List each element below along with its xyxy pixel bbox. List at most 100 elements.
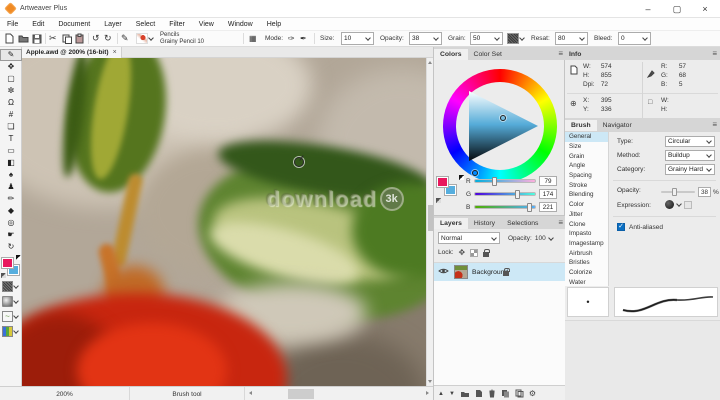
horizontal-scroll-thumb[interactable]: [288, 389, 314, 399]
rotate-tool[interactable]: ↻: [0, 241, 22, 253]
tab-color-set[interactable]: Color Set: [468, 49, 508, 60]
pattern-selector[interactable]: [0, 279, 22, 294]
menu-item[interactable]: Edit: [25, 21, 51, 28]
foreground-color-swatch[interactable]: [437, 177, 448, 187]
brush-category-item[interactable]: Colorize: [565, 268, 608, 278]
copy-button[interactable]: [62, 32, 72, 45]
brush-category-item[interactable]: Bristles: [565, 258, 608, 268]
canvas-vertical-scrollbar[interactable]: [426, 58, 433, 386]
brush-type-select[interactable]: Circular: [665, 136, 715, 147]
document-tab[interactable]: Apple.awd @ 200% (16-bit) ×: [22, 47, 122, 58]
tab-layers[interactable]: Layers: [434, 218, 468, 229]
shape-tool[interactable]: ▭: [0, 145, 22, 157]
tab-selections[interactable]: Selections: [501, 218, 544, 229]
colors-menu-icon[interactable]: ≡: [558, 50, 563, 58]
brush-opacity-slider[interactable]: [661, 191, 695, 193]
maximize-button[interactable]: ▢: [663, 0, 691, 18]
chevron-down-icon[interactable]: [677, 202, 682, 207]
menu-item[interactable]: Window: [221, 21, 260, 28]
duplicate-layer-button[interactable]: [501, 389, 510, 398]
brush-category-item[interactable]: Imagestamp: [565, 239, 608, 249]
size-dropdown[interactable]: 10: [341, 32, 374, 45]
green-slider-thumb[interactable]: [515, 190, 520, 199]
tab-brush[interactable]: Brush: [565, 120, 597, 131]
hand-tool[interactable]: ☛: [0, 229, 22, 241]
chevron-down-icon[interactable]: [549, 236, 554, 241]
delete-layer-button[interactable]: [488, 389, 496, 398]
open-document-button[interactable]: [18, 32, 29, 45]
minimize-button[interactable]: –: [634, 0, 662, 18]
new-group-button[interactable]: [460, 390, 470, 398]
cut-button[interactable]: ✂: [49, 32, 57, 45]
grain-dropdown[interactable]: 50: [470, 32, 503, 45]
brush-category-item[interactable]: Angle: [565, 161, 608, 171]
swap-colors-icon[interactable]: [1, 273, 6, 278]
menu-item[interactable]: Select: [129, 21, 162, 28]
canvas-horizontal-scrollbar[interactable]: [245, 387, 433, 400]
red-slider-thumb[interactable]: [492, 177, 497, 186]
brush-category-item[interactable]: Impasto: [565, 229, 608, 239]
zoom-tool[interactable]: ◎: [0, 217, 22, 229]
info-menu-icon[interactable]: ≡: [712, 50, 717, 58]
brush-opacity-value[interactable]: 38: [698, 187, 711, 197]
text-tool[interactable]: T: [0, 133, 22, 145]
gradient-selector[interactable]: [0, 294, 22, 309]
panel-toggle-icon[interactable]: ▦: [249, 32, 257, 45]
brush-category-item[interactable]: Blending: [565, 190, 608, 200]
blend-mode-select[interactable]: Normal: [438, 232, 500, 244]
paint-mode-icon[interactable]: ✑: [288, 32, 295, 45]
new-document-button[interactable]: [5, 32, 14, 45]
lock-all-icon[interactable]: [483, 252, 489, 257]
brush-category-item[interactable]: Stroke: [565, 180, 608, 190]
zoom-level[interactable]: 200%: [0, 387, 130, 400]
brush-mode-button[interactable]: ✎: [121, 32, 129, 45]
expression-settings-button[interactable]: [684, 201, 692, 209]
brush-category-item[interactable]: Grain: [565, 151, 608, 161]
brush-tool[interactable]: ✎: [0, 49, 22, 61]
brush-menu-icon[interactable]: ≡: [712, 121, 717, 129]
close-button[interactable]: ×: [691, 0, 719, 18]
menu-item[interactable]: Layer: [97, 21, 129, 28]
scroll-down-icon[interactable]: [428, 380, 432, 383]
red-value[interactable]: 79: [539, 176, 557, 186]
blue-slider-thumb[interactable]: [527, 203, 532, 212]
blue-value[interactable]: 221: [539, 202, 557, 212]
blue-slider[interactable]: [474, 205, 536, 209]
menu-item[interactable]: View: [192, 21, 221, 28]
paste-button[interactable]: [75, 32, 84, 45]
fill-tool[interactable]: ◆: [0, 205, 22, 217]
triangle-selector[interactable]: [500, 115, 506, 121]
menu-item[interactable]: Filter: [162, 21, 192, 28]
brush-opacity-thumb[interactable]: [672, 188, 677, 196]
gradient-tool[interactable]: ◧: [0, 157, 22, 169]
menu-item[interactable]: Help: [260, 21, 288, 28]
lock-transparency-icon[interactable]: [470, 249, 478, 257]
brush-category-item[interactable]: Clone: [565, 219, 608, 229]
menu-item[interactable]: Document: [51, 21, 97, 28]
antialiased-checkbox[interactable]: ✓: [617, 223, 625, 231]
tab-history[interactable]: History: [468, 218, 501, 229]
expression-swatch[interactable]: [665, 200, 674, 209]
brush-preset-dropdown[interactable]: [136, 32, 154, 45]
layers-menu-icon[interactable]: ≡: [558, 219, 563, 227]
resat-dropdown[interactable]: 80: [555, 32, 588, 45]
stroke-selector[interactable]: ~: [0, 309, 22, 324]
erase-mode-icon[interactable]: ✒: [300, 32, 307, 45]
brush-category-item[interactable]: Size: [565, 142, 608, 152]
green-slider[interactable]: [474, 192, 536, 196]
brush-method-select[interactable]: Buildup: [665, 150, 715, 161]
bleed-dropdown[interactable]: 0: [618, 32, 651, 45]
opacity-dropdown[interactable]: 38: [409, 32, 442, 45]
eraser-tool[interactable]: ♠: [0, 169, 22, 181]
brush-category-item[interactable]: Water: [565, 277, 608, 286]
new-layer-button[interactable]: [475, 389, 483, 398]
clone-stamp-tool[interactable]: ♟: [0, 181, 22, 193]
brush-preset-label[interactable]: Pencils Grainy Pencil 10: [160, 32, 204, 45]
brush-category-item[interactable]: Color: [565, 200, 608, 210]
tab-colors[interactable]: Colors: [434, 49, 468, 60]
palette-selector[interactable]: [0, 324, 22, 339]
default-colors-icon[interactable]: [459, 175, 464, 180]
redo-button[interactable]: ↻: [104, 32, 112, 45]
move-layer-down-button[interactable]: ▼: [449, 391, 455, 397]
pencil-tool[interactable]: ✏: [0, 193, 22, 205]
